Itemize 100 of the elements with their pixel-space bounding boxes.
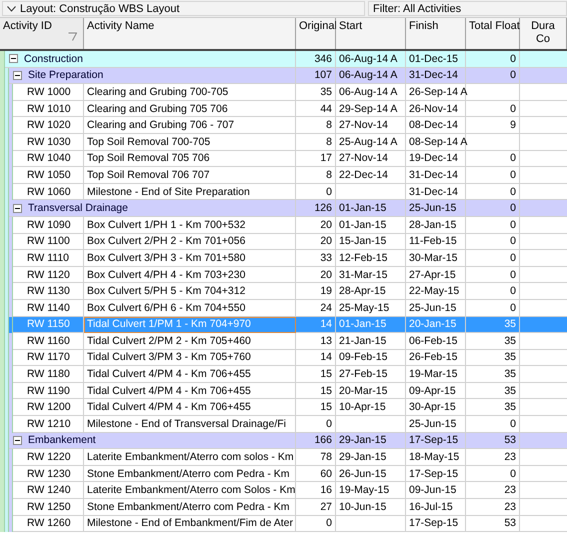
activity-row[interactable]: RW 1100 Box Culvert 2/PH 2 - Km 701+056 20 15-Jan-15 11-Feb-15 0: [0, 234, 567, 250]
table-cell: 19-Mar-15: [409, 368, 458, 380]
activity-row[interactable]: RW 1250 Stone Embankment/Aterro com Pedra - Km 27 10-Jun-15 16-Jul-15 23: [0, 499, 567, 516]
table-cell: 0: [326, 186, 332, 198]
table-cell: 28-Jan-15: [409, 218, 456, 231]
activity-name: Box Culvert 2/PH 2 - Km 701+056: [87, 235, 246, 248]
table-cell: 08-Dec-14: [409, 119, 458, 132]
activity-row[interactable]: RW 1220 Laterite Embankment/Aterro com solos - Km 78 29-Jan-15 18-May-15 23: [0, 449, 567, 466]
column-header[interactable]: Activity Name: [84, 18, 296, 49]
table-cell: 24: [320, 302, 332, 314]
layout-selector[interactable]: Layout: Construção WBS Layout: [2, 1, 366, 16]
activity-id: RW 1100: [27, 235, 70, 248]
activity-id: RW 1200: [27, 401, 71, 414]
table-cell: 0: [510, 52, 516, 65]
table-cell: 10-Jun-15: [339, 500, 386, 513]
activity-row[interactable]: RW 1260 Milestone - End of Embankment/Fim de Ater 0 17-Sep-15 53: [0, 516, 567, 532]
activity-id: RW 1090: [27, 218, 71, 231]
table-cell: 53: [504, 434, 516, 446]
activity-row[interactable]: RW 1130 Box Culvert 5/PH 5 - Km 704+312 19 28-Apr-15 22-May-15 0: [0, 283, 567, 300]
activity-row[interactable]: RW 1110 Box Culvert 3/PH 3 - Km 701+580 33 12-Feb-15 30-Mar-15 0: [0, 250, 567, 267]
table-cell: 35: [504, 384, 516, 397]
activity-name: Tidal Culvert 2/PM 2 - Km 705+460: [87, 334, 251, 347]
table-cell: 35: [504, 368, 516, 380]
table-cell: 26-Jun-15: [339, 468, 386, 480]
activity-id: RW 1180: [27, 368, 70, 380]
table-cell: 01-Jan-15: [339, 202, 386, 214]
activity-row[interactable]: RW 1160 Tidal Culvert 2/PM 2 - Km 705+460 13 21-Jan-15 06-Feb-15 35: [0, 333, 567, 350]
collapse-icon[interactable]: [9, 54, 18, 64]
table-cell: 126: [314, 202, 332, 214]
table-cell: 23: [504, 451, 516, 464]
column-header[interactable]: Total Float: [466, 18, 520, 49]
activity-row[interactable]: RW 1200 Tidal Culvert 4/PM 4 - Km 706+455 15 10-Apr-15 30-Apr-15 35: [0, 399, 567, 416]
activity-name: Top Soil Removal 706 707: [87, 168, 210, 181]
activity-name: Clearing and Grubing 705 706: [87, 102, 228, 115]
table-cell: 16-Jul-15: [409, 500, 453, 513]
activity-id: RW 1040: [27, 152, 71, 164]
activity-row[interactable]: RW 1210 Milestone - End of Transversal Drainage/Fi 0 25-Jun-15 0: [0, 416, 567, 433]
activity-name: Box Culvert 6/PH 6 - Km 704+550: [87, 302, 246, 314]
activity-row[interactable]: RW 1060 Milestone - End of Site Preparation 0 31-Dec-14 0: [0, 184, 567, 200]
activity-name: Box Culvert 4/PH 4 - Km 703+230: [87, 268, 246, 281]
activity-row[interactable]: RW 1010 Clearing and Grubing 705 706 44 29-Sep-14 A 26-Nov-14 0: [0, 100, 567, 118]
table-cell: 346: [314, 52, 332, 65]
wbs-group-row[interactable]: Transversal Drainage 126 01-Jan-15 25-Jun-15 0: [0, 200, 567, 217]
sort-icon: [68, 32, 77, 41]
column-header[interactable]: Start: [336, 18, 406, 49]
table-cell: 27-Apr-15: [409, 268, 456, 281]
table-cell: 8: [326, 168, 332, 181]
activity-name: Box Culvert 1/PH 1 - Km 700+532: [87, 218, 246, 231]
table-cell: 60: [320, 468, 332, 480]
collapse-icon[interactable]: [13, 204, 22, 213]
activity-row[interactable]: RW 1090 Box Culvert 1/PH 1 - Km 700+532 20 01-Jan-15 28-Jan-15 0: [0, 216, 567, 234]
table-cell: 22-Dec-14: [339, 168, 388, 181]
table-cell: 15: [320, 384, 332, 397]
activity-row[interactable]: RW 1140 Box Culvert 6/PH 6 - Km 704+550 24 25-May-15 25-Jun-15 0: [0, 300, 567, 316]
activity-id: RW 1260: [27, 517, 71, 530]
table-cell: 31-Dec-14: [409, 186, 458, 198]
table-cell: 31-Mar-15: [339, 268, 388, 281]
activity-row[interactable]: RW 1050 Top Soil Removal 706 707 8 22-Dec-14 31-Dec-14 0: [0, 167, 567, 184]
activity-name: Tidal Culvert 3/PM 3 - Km 705+760: [87, 351, 251, 364]
activity-name: Milestone - End of Site Preparation: [87, 186, 250, 198]
activity-name: Clearing and Grubing 706 - 707: [87, 119, 234, 132]
collapse-icon[interactable]: [13, 70, 22, 80]
activity-id: RW 1010: [27, 102, 71, 115]
table-cell: 29-Jan-15: [339, 451, 386, 464]
table-cell: 0: [326, 517, 332, 530]
table-cell: 0: [510, 102, 516, 115]
activity-row[interactable]: RW 1170 Tidal Culvert 3/PM 3 - Km 705+760 14 09-Feb-15 26-Feb-15 35: [0, 350, 567, 366]
table-cell: 01-Jan-15: [339, 218, 386, 231]
wbs-group-row[interactable]: Site Preparation 107 06-Aug-14 A 31-Dec-14 0: [0, 68, 567, 84]
collapse-icon[interactable]: [13, 436, 22, 445]
table-cell: 0: [510, 69, 516, 82]
activity-id: RW 1190: [27, 384, 70, 397]
activity-id: RW 1150: [27, 318, 70, 330]
activity-row[interactable]: RW 1120 Box Culvert 4/PH 4 - Km 703+230 20 31-Mar-15 27-Apr-15 0: [0, 266, 567, 284]
activity-row[interactable]: RW 1240 Laterite Embankment/Aterro com Solos - Km 16 19-May-15 09-Jun-15 23: [0, 482, 567, 500]
activity-row[interactable]: RW 1190 Tidal Culvert 4/PM 4 - Km 706+455 15 20-Mar-15 09-Apr-15 35: [0, 382, 567, 400]
table-cell: 25-Aug-14 A: [339, 136, 398, 148]
activity-row[interactable]: RW 1040 Top Soil Removal 705 706 17 27-Nov-14 19-Dec-14 0: [0, 150, 567, 168]
activity-row[interactable]: RW 1030 Top Soil Removal 700-705 8 25-Aug-14 A 08-Sep-14 A: [0, 134, 567, 151]
activity-row[interactable]: RW 1180 Tidal Culvert 4/PM 4 - Km 706+455 15 27-Feb-15 19-Mar-15 35: [0, 366, 567, 383]
table-cell: 22-May-15: [409, 285, 460, 298]
table-cell: 09-Feb-15: [339, 351, 388, 364]
activity-row[interactable]: RW 1230 Stone Embankment/Aterro com Pedra - Km 60 26-Jun-15 17-Sep-15 0: [0, 466, 567, 482]
table-cell: 0: [510, 302, 516, 314]
table-cell: 53: [504, 517, 516, 530]
filter-label[interactable]: Filter: All Activities: [368, 1, 567, 16]
activity-row[interactable]: RW 1000 Clearing and Grubing 700-705 35 06-Aug-14 A 26-Sep-14 A: [0, 84, 567, 101]
table-cell: 0: [510, 186, 516, 198]
table-cell: 8: [326, 119, 332, 132]
table-cell: 20: [320, 268, 332, 281]
table-cell: 09-Jun-15: [409, 484, 456, 496]
table-cell: 06-Feb-15: [409, 334, 458, 347]
activity-id: RW 1140: [27, 302, 70, 314]
column-header[interactable]: Activity ID: [0, 18, 84, 49]
wbs-name: Site Preparation: [28, 69, 104, 82]
table-cell: 17-Sep-15: [409, 517, 458, 530]
activity-name: Top Soil Removal 700-705: [87, 136, 210, 148]
wbs-group-row[interactable]: Embankement 166 29-Jan-15 17-Sep-15 53: [0, 432, 567, 450]
activity-row[interactable]: RW 1020 Clearing and Grubing 706 - 707 8 27-Nov-14 08-Dec-14 9: [0, 117, 567, 134]
table-cell: 17: [320, 152, 332, 164]
